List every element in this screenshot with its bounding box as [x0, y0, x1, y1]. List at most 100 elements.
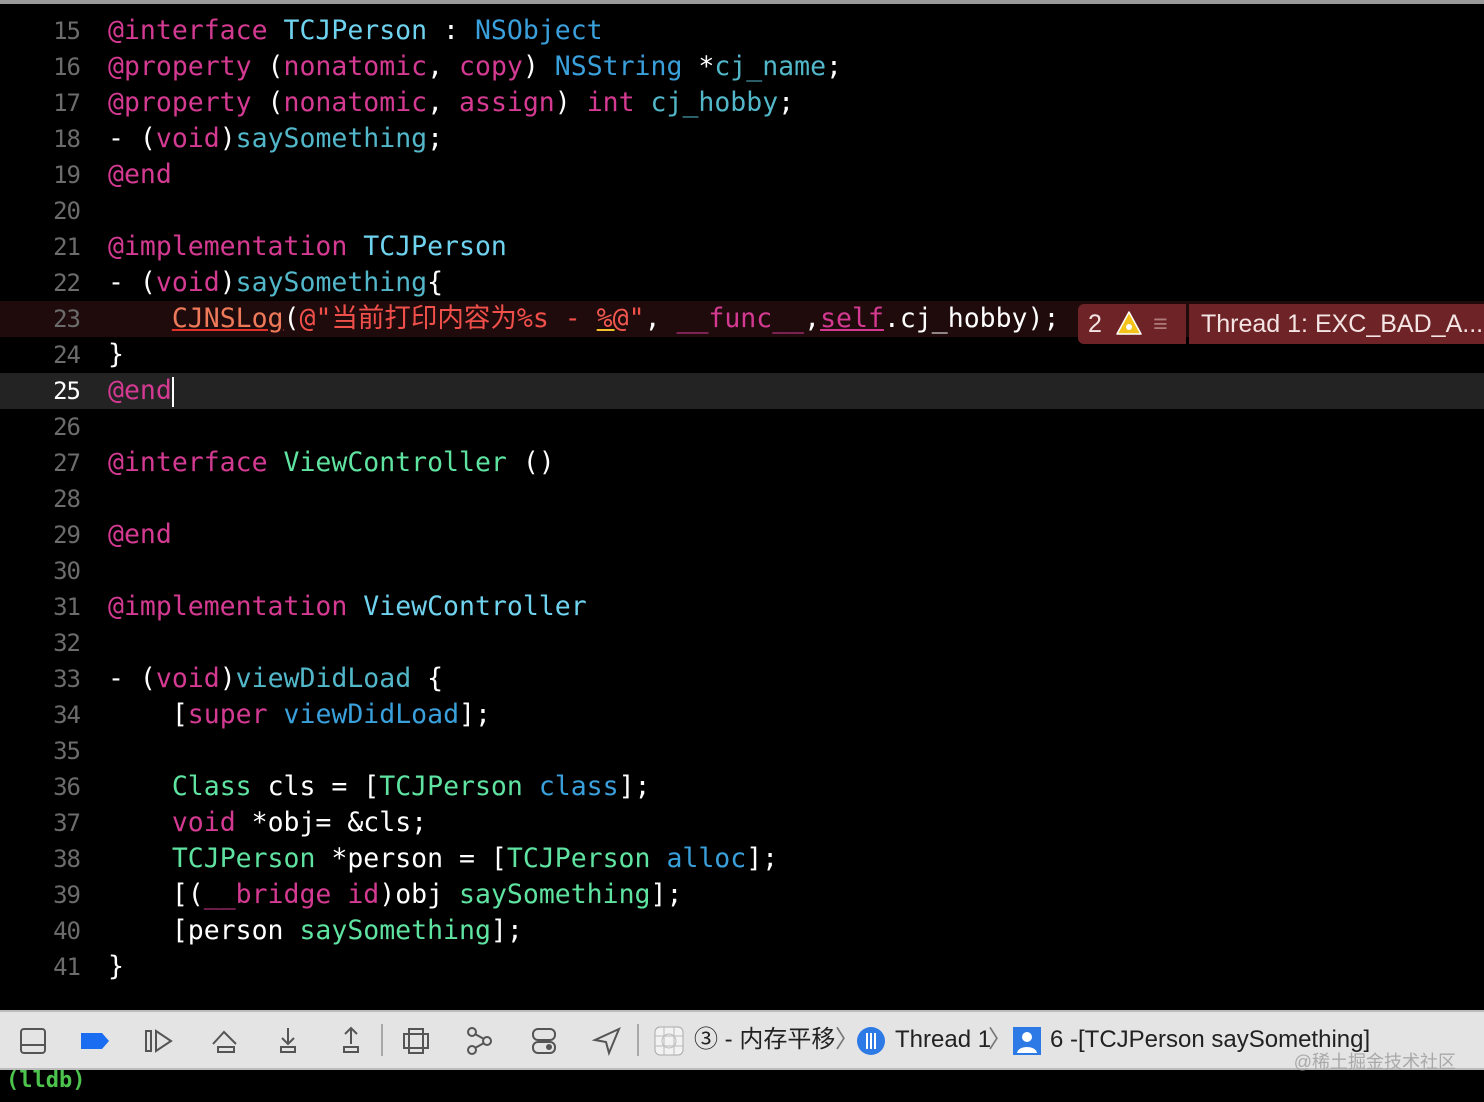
line-number[interactable]: 26 — [0, 409, 81, 445]
code-token: void — [155, 663, 220, 694]
code-line[interactable]: 34 [super viewDidLoad]; — [0, 697, 1484, 733]
code-editor[interactable]: 15 @interface TCJPerson : NSObject 16 @prop… — [0, 13, 1484, 985]
code-line[interactable]: 37 void *obj= &cls; — [0, 805, 1484, 841]
code-token: ) — [554, 87, 587, 118]
line-number[interactable]: 28 — [0, 481, 81, 517]
code-line[interactable]: 21 @implementation TCJPerson — [0, 229, 1484, 265]
code-token: cls = [ — [251, 771, 380, 802]
code-token: Class — [171, 771, 252, 802]
code-token: @interface — [108, 15, 284, 46]
line-number[interactable]: 35 — [0, 733, 81, 769]
line-number[interactable]: 22 — [0, 265, 81, 301]
code-token: TCJPerson — [283, 15, 428, 46]
code-line[interactable]: 39 [(__bridge id)obj saySomething]; — [0, 877, 1484, 913]
code-text: [super viewDidLoad]; — [108, 697, 491, 733]
line-number[interactable]: 31 — [0, 589, 81, 625]
hide-debug-area-icon[interactable] — [18, 1026, 48, 1056]
continue-icon[interactable] — [144, 1026, 174, 1056]
code-token: @interface — [108, 447, 284, 478]
code-line[interactable]: 31 @implementation ViewController — [0, 589, 1484, 625]
line-number[interactable]: 37 — [0, 805, 81, 841]
code-line[interactable]: 16 @property (nonatomic, copy) NSString *… — [0, 49, 1484, 85]
line-number[interactable]: 25 — [0, 373, 81, 409]
code-token: viewDidLoad — [235, 663, 412, 694]
code-line[interactable]: 30 — [0, 553, 1484, 589]
code-line[interactable]: 35 — [0, 733, 1484, 769]
code-line[interactable]: 15 @interface TCJPerson : NSObject — [0, 13, 1484, 49]
code-line[interactable]: 32 — [0, 625, 1484, 661]
breadcrumb-process[interactable]: ③ - 内存平移 — [694, 1024, 835, 1056]
line-number[interactable]: 29 — [0, 517, 81, 553]
simulate-location-icon[interactable] — [592, 1026, 622, 1056]
code-token: CJNSLog — [171, 303, 284, 334]
line-number[interactable]: 36 — [0, 769, 81, 805]
line-number[interactable]: 24 — [0, 337, 81, 373]
code-token: - ( — [108, 663, 156, 694]
code-token: ( — [267, 87, 284, 118]
code-line[interactable]: 26 — [0, 409, 1484, 445]
code-token: @implementation — [108, 591, 364, 622]
code-line[interactable]: 33 - (void)viewDidLoad { — [0, 661, 1484, 697]
thread-icon — [857, 1027, 885, 1055]
line-number[interactable]: 32 — [0, 625, 81, 661]
code-text: @interface TCJPerson : NSObject — [108, 13, 603, 49]
code-line[interactable]: 20 — [0, 193, 1484, 229]
line-number[interactable]: 17 — [0, 85, 81, 121]
code-text: - (void)viewDidLoad { — [108, 661, 443, 697]
code-line[interactable]: 27 @interface ViewController () — [0, 445, 1484, 481]
code-line[interactable]: 23 CJNSLog(@"当前打印内容为%s - %@", __func__,s… — [0, 301, 1484, 344]
line-number[interactable]: 15 — [0, 13, 81, 49]
code-line[interactable]: 41} — [0, 949, 1484, 985]
code-line[interactable]: 22 - (void)saySomething{ — [0, 265, 1484, 301]
breakpoints-toggle-icon[interactable] — [80, 1026, 110, 1056]
separator — [637, 1024, 639, 1056]
line-number[interactable]: 39 — [0, 877, 81, 913]
line-number[interactable]: 34 — [0, 697, 81, 733]
view-hierarchy-icon[interactable] — [401, 1026, 431, 1056]
code-token: , — [804, 303, 821, 334]
code-token: class — [538, 771, 619, 802]
code-token: ]; — [650, 879, 683, 910]
code-line[interactable]: 29 @end — [0, 517, 1484, 553]
code-line[interactable]: 40 [person saySomething]; — [0, 913, 1484, 949]
code-token: NSObject — [474, 15, 603, 46]
code-line[interactable]: 19 @end — [0, 157, 1484, 193]
line-number[interactable]: 23 — [0, 301, 81, 337]
line-number[interactable]: 40 — [0, 913, 81, 949]
lldb-prompt[interactable]: (lldb) — [6, 1068, 85, 1093]
user-frame-icon — [1013, 1027, 1041, 1055]
step-over-icon[interactable] — [210, 1026, 240, 1056]
line-number[interactable]: 30 — [0, 553, 81, 589]
code-line[interactable]: 25 @end — [0, 373, 1484, 409]
line-number[interactable]: 41 — [0, 949, 81, 985]
breadcrumb-thread[interactable]: Thread 1 — [895, 1024, 991, 1056]
line-number[interactable]: 33 — [0, 661, 81, 697]
memory-graph-icon[interactable] — [465, 1026, 495, 1056]
line-number[interactable]: 16 — [0, 49, 81, 85]
line-number[interactable]: 20 — [0, 193, 81, 229]
code-line[interactable]: 17 @property (nonatomic, assign) int cj_h… — [0, 85, 1484, 121]
line-number[interactable]: 38 — [0, 841, 81, 877]
code-token: ]; — [618, 771, 651, 802]
line-number[interactable]: 18 — [0, 121, 81, 157]
code-line[interactable]: 28 — [0, 481, 1484, 517]
code-line[interactable]: 36 Class cls = [TCJPerson class]; — [0, 769, 1484, 805]
code-text: @property (nonatomic, assign) int cj_hob… — [108, 85, 794, 121]
code-text: CJNSLog(@"当前打印内容为%s - %@", __func__,self… — [108, 301, 1060, 337]
line-number[interactable]: 21 — [0, 229, 81, 265]
line-number[interactable]: 19 — [0, 157, 81, 193]
code-line[interactable]: 38 TCJPerson *person = [TCJPerson alloc]… — [0, 841, 1484, 877]
code-line[interactable]: 24} — [0, 337, 1484, 373]
step-out-icon[interactable] — [336, 1026, 366, 1056]
code-token: ( — [283, 303, 300, 334]
code-line[interactable]: 18 - (void)saySomething; — [0, 121, 1484, 157]
line-number[interactable]: 27 — [0, 445, 81, 481]
code-token: viewDidLoad — [283, 699, 460, 730]
code-token: { — [411, 663, 444, 694]
environment-overrides-icon[interactable] — [529, 1026, 559, 1056]
step-into-icon[interactable] — [273, 1026, 303, 1056]
code-text: @end — [108, 157, 172, 193]
code-text: @end — [108, 517, 172, 553]
code-token: ]; — [746, 843, 779, 874]
